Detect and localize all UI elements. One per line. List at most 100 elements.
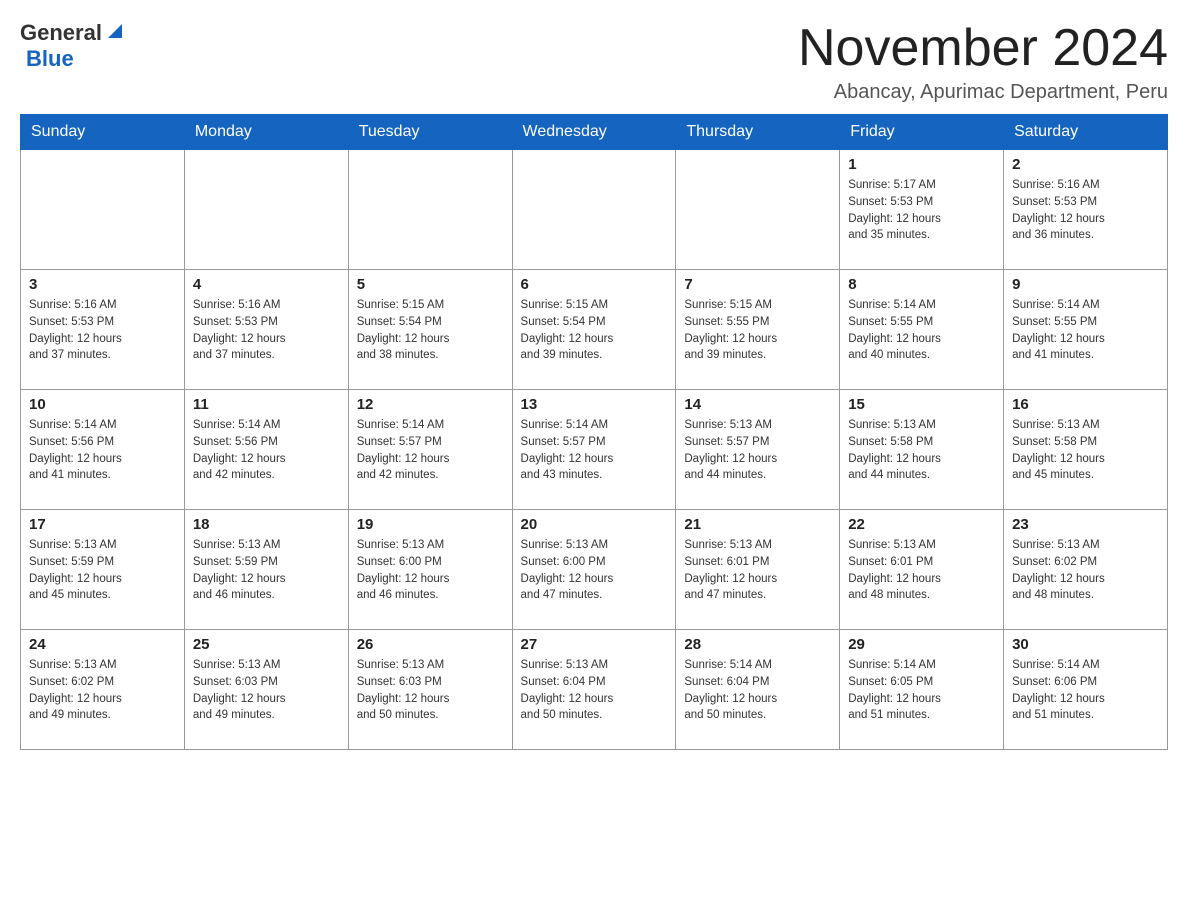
day-number: 18 [193,516,340,533]
day-info: Sunrise: 5:13 AMSunset: 6:01 PMDaylight:… [684,537,831,604]
calendar-cell: 17 Sunrise: 5:13 AMSunset: 5:59 PMDayligh… [21,510,185,630]
day-info: Sunrise: 5:13 AMSunset: 5:58 PMDaylight:… [1012,417,1159,484]
calendar-cell: 5 Sunrise: 5:15 AMSunset: 5:54 PMDaylight… [348,270,512,390]
day-number: 24 [29,636,176,653]
calendar-week-row: 17 Sunrise: 5:13 AMSunset: 5:59 PMDayligh… [21,510,1168,630]
day-number: 15 [848,396,995,413]
calendar-cell [348,150,512,270]
calendar-cell: 13 Sunrise: 5:14 AMSunset: 5:57 PMDayligh… [512,390,676,510]
calendar-cell: 26 Sunrise: 5:13 AMSunset: 6:03 PMDayligh… [348,630,512,750]
calendar-cell: 14 Sunrise: 5:13 AMSunset: 5:57 PMDayligh… [676,390,840,510]
day-number: 14 [684,396,831,413]
calendar-cell: 25 Sunrise: 5:13 AMSunset: 6:03 PMDayligh… [184,630,348,750]
day-info: Sunrise: 5:15 AMSunset: 5:54 PMDaylight:… [521,297,668,364]
day-info: Sunrise: 5:16 AMSunset: 5:53 PMDaylight:… [193,297,340,364]
day-number: 16 [1012,396,1159,413]
calendar-cell: 21 Sunrise: 5:13 AMSunset: 6:01 PMDayligh… [676,510,840,630]
calendar-cell: 3 Sunrise: 5:16 AMSunset: 5:53 PMDaylight… [21,270,185,390]
calendar-cell: 28 Sunrise: 5:14 AMSunset: 6:04 PMDayligh… [676,630,840,750]
day-info: Sunrise: 5:14 AMSunset: 5:57 PMDaylight:… [357,417,504,484]
calendar-header-row: Sunday Monday Tuesday Wednesday Thursday… [21,115,1168,150]
day-info: Sunrise: 5:14 AMSunset: 5:56 PMDaylight:… [29,417,176,484]
day-number: 23 [1012,516,1159,533]
day-number: 6 [521,276,668,293]
day-number: 22 [848,516,995,533]
col-header-monday: Monday [184,115,348,150]
calendar-cell: 30Sunrise: 5:14 AMSunset: 6:06 PMDayligh… [1004,630,1168,750]
calendar-cell: 7 Sunrise: 5:15 AMSunset: 5:55 PMDaylight… [676,270,840,390]
day-info: Sunrise: 5:13 AMSunset: 6:02 PMDaylight:… [29,657,176,724]
col-header-thursday: Thursday [676,115,840,150]
calendar-cell: 27Sunrise: 5:13 AMSunset: 6:04 PMDayligh… [512,630,676,750]
col-header-wednesday: Wednesday [512,115,676,150]
col-header-sunday: Sunday [21,115,185,150]
day-info: Sunrise: 5:13 AMSunset: 5:57 PMDaylight:… [684,417,831,484]
calendar-cell: 22 Sunrise: 5:13 AMSunset: 6:01 PMDayligh… [840,510,1004,630]
day-info: Sunrise: 5:14 AMSunset: 6:06 PMDaylight:… [1012,657,1159,724]
day-info: Sunrise: 5:14 AMSunset: 5:57 PMDaylight:… [521,417,668,484]
title-block: November 2024 Abancay, Apurimac Departme… [798,20,1168,104]
calendar-cell: 2Sunrise: 5:16 AMSunset: 5:53 PMDaylight… [1004,150,1168,270]
day-number: 1 [848,156,995,173]
calendar-table: Sunday Monday Tuesday Wednesday Thursday… [20,114,1168,750]
day-number: 29 [848,636,995,653]
day-number: 21 [684,516,831,533]
day-info: Sunrise: 5:13 AMSunset: 5:59 PMDaylight:… [193,537,340,604]
calendar-week-row: 3 Sunrise: 5:16 AMSunset: 5:53 PMDaylight… [21,270,1168,390]
day-info: Sunrise: 5:16 AMSunset: 5:53 PMDaylight:… [29,297,176,364]
day-info: Sunrise: 5:13 AMSunset: 6:02 PMDaylight:… [1012,537,1159,604]
calendar-cell: 11 Sunrise: 5:14 AMSunset: 5:56 PMDayligh… [184,390,348,510]
day-number: 11 [193,396,340,413]
day-number: 10 [29,396,176,413]
day-info: Sunrise: 5:13 AMSunset: 6:01 PMDaylight:… [848,537,995,604]
calendar-cell: 20 Sunrise: 5:13 AMSunset: 6:00 PMDayligh… [512,510,676,630]
logo-general-text: General [20,20,102,46]
calendar-cell: 24 Sunrise: 5:13 AMSunset: 6:02 PMDayligh… [21,630,185,750]
day-number: 17 [29,516,176,533]
page-header: General Blue November 2024 Abancay, Apur… [20,20,1168,104]
calendar-cell [21,150,185,270]
day-number: 13 [521,396,668,413]
calendar-week-row: 10 Sunrise: 5:14 AMSunset: 5:56 PMDayligh… [21,390,1168,510]
calendar-cell: 4Sunrise: 5:16 AMSunset: 5:53 PMDaylight… [184,270,348,390]
logo-triangle-icon [104,20,126,42]
day-number: 2 [1012,156,1159,173]
logo-blue-text: Blue [26,46,74,72]
day-number: 28 [684,636,831,653]
calendar-cell: 23 Sunrise: 5:13 AMSunset: 6:02 PMDayligh… [1004,510,1168,630]
calendar-cell: 19Sunrise: 5:13 AMSunset: 6:00 PMDayligh… [348,510,512,630]
day-info: Sunrise: 5:14 AMSunset: 5:56 PMDaylight:… [193,417,340,484]
logo: General Blue [20,20,126,72]
calendar-subtitle: Abancay, Apurimac Department, Peru [798,81,1168,104]
day-info: Sunrise: 5:14 AMSunset: 6:04 PMDaylight:… [684,657,831,724]
day-info: Sunrise: 5:13 AMSunset: 6:03 PMDaylight:… [193,657,340,724]
day-number: 20 [521,516,668,533]
calendar-cell: 29Sunrise: 5:14 AMSunset: 6:05 PMDayligh… [840,630,1004,750]
calendar-cell: 16 Sunrise: 5:13 AMSunset: 5:58 PMDayligh… [1004,390,1168,510]
day-info: Sunrise: 5:14 AMSunset: 5:55 PMDaylight:… [848,297,995,364]
day-number: 25 [193,636,340,653]
day-number: 7 [684,276,831,293]
day-number: 3 [29,276,176,293]
day-info: Sunrise: 5:15 AMSunset: 5:55 PMDaylight:… [684,297,831,364]
calendar-cell: 10 Sunrise: 5:14 AMSunset: 5:56 PMDayligh… [21,390,185,510]
day-info: Sunrise: 5:13 AMSunset: 5:59 PMDaylight:… [29,537,176,604]
calendar-cell: 12 Sunrise: 5:14 AMSunset: 5:57 PMDayligh… [348,390,512,510]
day-info: Sunrise: 5:15 AMSunset: 5:54 PMDaylight:… [357,297,504,364]
day-info: Sunrise: 5:14 AMSunset: 5:55 PMDaylight:… [1012,297,1159,364]
day-info: Sunrise: 5:13 AMSunset: 5:58 PMDaylight:… [848,417,995,484]
day-number: 12 [357,396,504,413]
day-info: Sunrise: 5:13 AMSunset: 6:00 PMDaylight:… [521,537,668,604]
calendar-week-row: 1 Sunrise: 5:17 AMSunset: 5:53 PMDaylight… [21,150,1168,270]
day-number: 26 [357,636,504,653]
day-info: Sunrise: 5:13 AMSunset: 6:03 PMDaylight:… [357,657,504,724]
day-number: 5 [357,276,504,293]
calendar-title: November 2024 [798,20,1168,77]
calendar-cell: 1 Sunrise: 5:17 AMSunset: 5:53 PMDaylight… [840,150,1004,270]
day-number: 19 [357,516,504,533]
col-header-saturday: Saturday [1004,115,1168,150]
day-info: Sunrise: 5:17 AMSunset: 5:53 PMDaylight:… [848,177,995,244]
calendar-body: 1 Sunrise: 5:17 AMSunset: 5:53 PMDaylight… [21,150,1168,750]
calendar-cell: 8Sunrise: 5:14 AMSunset: 5:55 PMDaylight… [840,270,1004,390]
calendar-cell [676,150,840,270]
